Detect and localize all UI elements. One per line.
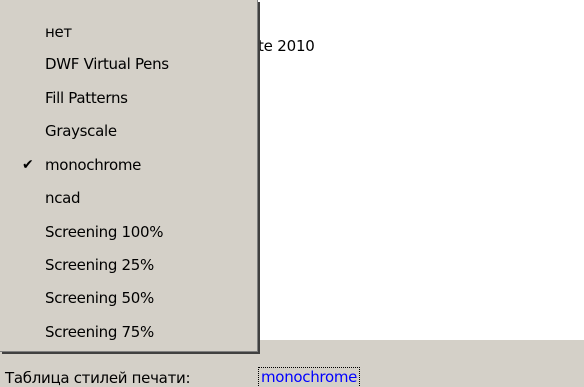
menu-item-label: Screening 75% [45, 323, 154, 341]
plot-style-dropdown-menu: нет DWF Virtual Pens Fill Patterns Grays… [0, 0, 258, 352]
menu-item-label: ncad [45, 189, 81, 207]
menu-item-label: Screening 100% [45, 223, 164, 241]
menu-item-monochrome[interactable]: ✔ monochrome [0, 153, 255, 179]
menu-item-label: Screening 25% [45, 256, 154, 274]
menu-item-label: monochrome [45, 156, 142, 174]
menu-item-screening-75[interactable]: Screening 75% [0, 320, 255, 346]
menu-item-screening-100[interactable]: Screening 100% [0, 220, 255, 246]
menu-item-label: Screening 50% [45, 289, 154, 307]
menu-item-screening-25[interactable]: Screening 25% [0, 253, 255, 279]
plot-style-table-value[interactable]: monochrome [258, 367, 361, 387]
menu-item-grayscale[interactable]: Grayscale [0, 119, 255, 145]
menu-item-label: DWF Virtual Pens [45, 55, 169, 73]
checkmark-icon: ✔ [22, 157, 34, 173]
menu-item-label: Fill Patterns [45, 89, 128, 107]
menu-item-label: нет [45, 23, 72, 41]
menu-item-none[interactable]: нет [0, 20, 255, 46]
menu-item-label: Grayscale [45, 122, 117, 140]
plot-style-table-label: Таблица стилей печати: [5, 369, 191, 387]
obscured-text: te 2010 [258, 37, 315, 55]
menu-item-screening-50[interactable]: Screening 50% [0, 286, 255, 312]
menu-item-ncad[interactable]: ncad [0, 186, 255, 212]
screen: te 2010 Таблица стилей печати: monochrom… [0, 0, 584, 387]
menu-item-fill-patterns[interactable]: Fill Patterns [0, 86, 255, 112]
menu-item-dwf-virtual-pens[interactable]: DWF Virtual Pens [0, 52, 255, 78]
